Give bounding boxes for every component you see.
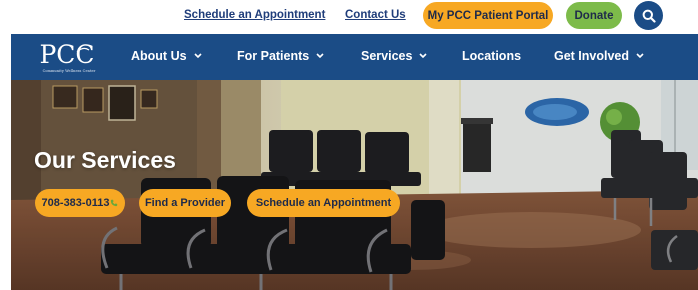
hero-banner: Our Services 708-383-0113 Find a Provide… [11,80,698,290]
hero-title: Our Services [34,147,176,173]
phone-icon [111,199,118,207]
nav-for-patients[interactable]: For Patients [237,49,324,63]
contact-us-link[interactable]: Contact Us [345,9,406,21]
nav-services-label: Services [361,49,413,63]
nav-services[interactable]: Services [361,49,428,63]
chevron-down-icon [636,53,644,59]
waiting-room-photo [11,80,698,290]
find-provider-button[interactable]: Find a Provider [139,189,231,217]
donate-button[interactable]: Donate [566,2,622,29]
nav-get-involved[interactable]: Get Involved [554,49,644,63]
hero-schedule-button[interactable]: Schedule an Appointment [247,189,400,217]
main-nav: PCC Community Wellness Center About Us F… [11,34,698,80]
search-button[interactable] [634,1,663,30]
pcc-logo[interactable]: PCC Community Wellness Center [37,39,101,75]
logo-subtitle: Community Wellness Center [42,69,96,73]
chevron-down-icon [419,53,428,59]
nav-locations[interactable]: Locations [462,49,521,63]
phone-number-label: 708-383-0113 [41,197,110,209]
nav-about-us[interactable]: About Us [131,49,202,63]
nav-about-us-label: About Us [131,49,187,63]
utility-bar: Schedule an Appointment Contact Us My PC… [0,0,698,34]
logo-text: PCC [39,40,94,69]
nav-for-patients-label: For Patients [237,49,310,63]
chevron-down-icon [316,53,324,59]
phone-number-button[interactable]: 708-383-0113 [35,189,125,217]
nav-get-involved-label: Get Involved [554,49,630,63]
nav-locations-label: Locations [462,49,522,63]
schedule-appointment-link[interactable]: Schedule an Appointment [184,9,325,21]
pcc-logo-mark: PCC [39,40,94,69]
chevron-down-icon [193,53,202,59]
patient-portal-button[interactable]: My PCC Patient Portal [423,2,553,29]
search-icon [642,9,656,23]
